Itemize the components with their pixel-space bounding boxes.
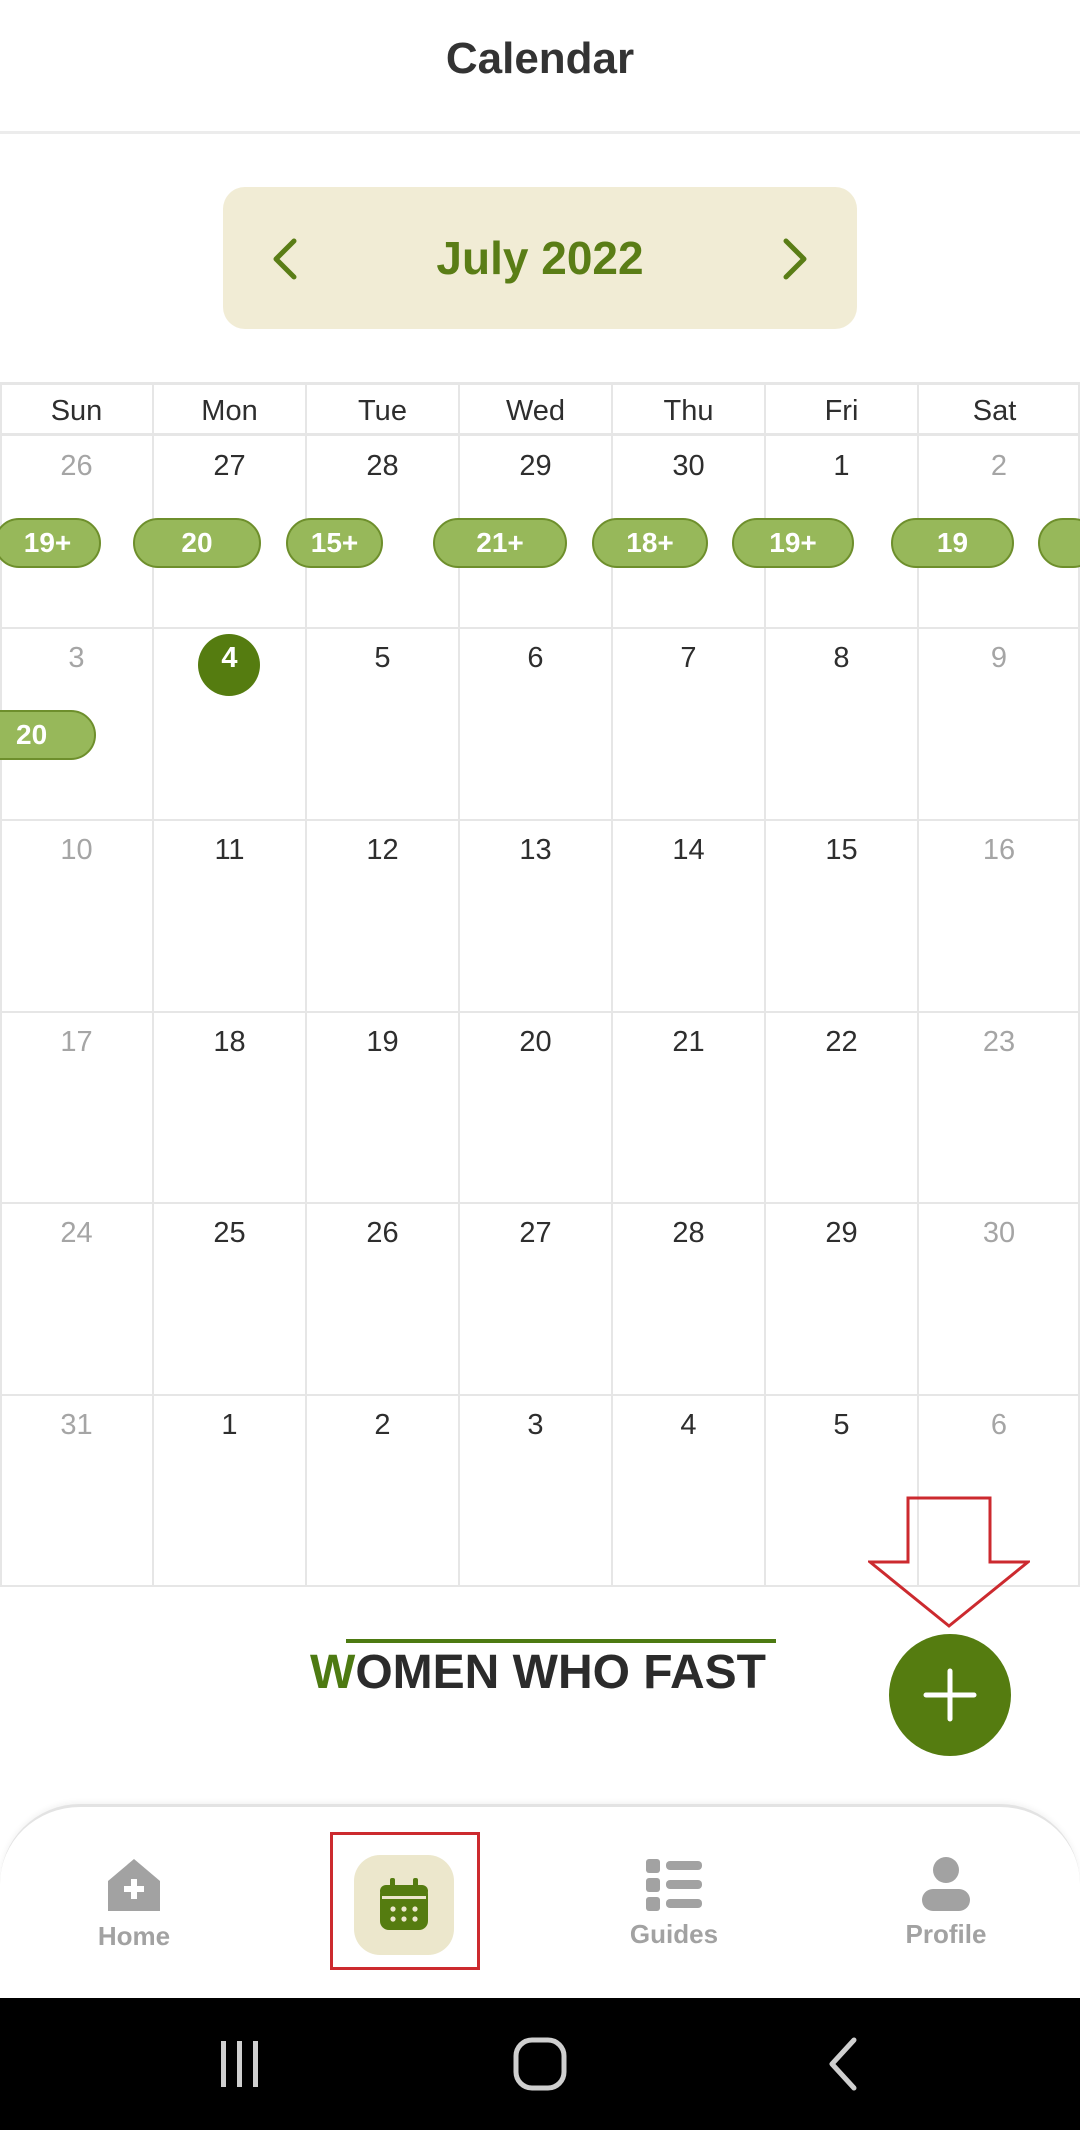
calendar-day[interactable]: 25 bbox=[153, 1208, 306, 1258]
fasting-badge[interactable]: 21+ bbox=[433, 518, 567, 568]
nav-profile-label: Profile bbox=[905, 1919, 987, 1949]
calendar-day[interactable]: 13 bbox=[459, 825, 612, 875]
calendar-day[interactable]: 14 bbox=[612, 825, 765, 875]
weekday-mon: Mon bbox=[201, 395, 258, 427]
fasting-badge[interactable]: 19 bbox=[891, 518, 1014, 568]
calendar-day[interactable]: 4 bbox=[153, 633, 306, 683]
grid-line bbox=[0, 1202, 1080, 1204]
calendar-day[interactable]: 30 bbox=[612, 441, 765, 491]
calendar-day[interactable]: 27 bbox=[153, 441, 306, 491]
calendar-day[interactable]: 26 bbox=[0, 441, 153, 491]
calendar-day[interactable]: 17 bbox=[0, 1017, 153, 1067]
calendar-day[interactable]: 5 bbox=[306, 633, 459, 683]
calendar-day[interactable]: 21 bbox=[612, 1017, 765, 1067]
calendar-day[interactable]: 6 bbox=[918, 1400, 1080, 1450]
weekday-tue: Tue bbox=[358, 395, 407, 427]
calendar-day[interactable]: 18 bbox=[153, 1017, 306, 1067]
calendar-day[interactable]: 28 bbox=[612, 1208, 765, 1258]
calendar-day[interactable]: 20 bbox=[459, 1017, 612, 1067]
logo-w: W bbox=[310, 1646, 356, 1699]
fasting-badge[interactable]: 15+ bbox=[286, 518, 383, 568]
home-circle-icon bbox=[513, 2037, 567, 2091]
grid-line bbox=[0, 627, 1080, 629]
calendar-day[interactable]: 10 bbox=[0, 825, 153, 875]
home-icon bbox=[108, 1859, 160, 1911]
weekday-fri: Fri bbox=[824, 395, 859, 427]
calendar-day[interactable]: 1 bbox=[765, 441, 918, 491]
calendar-day[interactable]: 5 bbox=[765, 1400, 918, 1450]
fasting-badge[interactable]: 19+ bbox=[732, 518, 854, 568]
calendar-day[interactable]: 27 bbox=[459, 1208, 612, 1258]
next-month-button[interactable] bbox=[765, 229, 825, 289]
weekday-sat: Sat bbox=[972, 395, 1017, 427]
calendar-day[interactable]: 16 bbox=[918, 825, 1080, 875]
back-icon bbox=[829, 2037, 857, 2091]
calendar-day[interactable]: 6 bbox=[459, 633, 612, 683]
annotation-highlight-box bbox=[330, 1832, 480, 1970]
recent-apps-icon bbox=[221, 2041, 258, 2087]
recent-apps-button[interactable] bbox=[200, 2034, 280, 2094]
calendar-day[interactable]: 23 bbox=[918, 1017, 1080, 1067]
calendar-day[interactable]: 3 bbox=[459, 1400, 612, 1450]
person-icon bbox=[922, 1857, 970, 1911]
logo-underline bbox=[346, 1639, 776, 1643]
calendar-day[interactable]: 7 bbox=[612, 633, 765, 683]
weekday-wed: Wed bbox=[505, 395, 566, 427]
chevron-right-icon bbox=[783, 238, 807, 280]
calendar-day[interactable]: 15 bbox=[765, 825, 918, 875]
calendar-grid: Sun Mon Tue Wed Thu Fri Sat 26 27 28 29 30 1 2… bbox=[0, 382, 1080, 1587]
annotation-arrow-icon bbox=[868, 1496, 1030, 1628]
calendar-day[interactable]: 19 bbox=[306, 1017, 459, 1067]
nav-profile[interactable]: Profile bbox=[886, 1807, 1006, 2001]
calendar-day[interactable]: 1 bbox=[153, 1400, 306, 1450]
calendar-day[interactable]: 26 bbox=[306, 1208, 459, 1258]
calendar-day[interactable]: 28 bbox=[306, 441, 459, 491]
calendar-day[interactable]: 2 bbox=[306, 1400, 459, 1450]
fasting-badge[interactable]: 19+ bbox=[0, 518, 101, 568]
fasting-badge[interactable]: 20 bbox=[133, 518, 261, 568]
calendar-day[interactable]: 24 bbox=[0, 1208, 153, 1258]
nav-guides-label: Guides bbox=[629, 1919, 719, 1949]
list-icon bbox=[646, 1859, 702, 1911]
month-label: July 2022 bbox=[436, 232, 644, 284]
weekday-thu: Thu bbox=[663, 395, 714, 427]
calendar-day[interactable]: 11 bbox=[153, 825, 306, 875]
calendar-day[interactable]: 4 bbox=[612, 1400, 765, 1450]
grid-line bbox=[0, 1394, 1080, 1396]
logo-text: WOMEN WHO FAST bbox=[310, 1645, 766, 1700]
grid-line bbox=[0, 819, 1080, 821]
calendar-day[interactable]: 8 bbox=[765, 633, 918, 683]
fasting-badge[interactable]: 18+ bbox=[592, 518, 708, 568]
nav-guides[interactable]: Guides bbox=[614, 1807, 734, 2001]
page-title: Calendar bbox=[445, 34, 635, 83]
month-selector: July 2022 bbox=[223, 187, 857, 329]
calendar-day[interactable]: 3 bbox=[0, 633, 153, 683]
fasting-badge[interactable]: 20 bbox=[0, 710, 96, 760]
women-who-fast-logo: WOMEN WHO FAST bbox=[310, 1635, 776, 1700]
bottom-navigation: Home Guides Profile bbox=[0, 1804, 1080, 1998]
nav-home[interactable]: Home bbox=[74, 1807, 194, 2001]
calendar-day[interactable]: 31 bbox=[0, 1400, 153, 1450]
home-system-button[interactable] bbox=[500, 2034, 580, 2094]
calendar-day[interactable]: 29 bbox=[459, 441, 612, 491]
logo-rest: OMEN WHO FAST bbox=[355, 1646, 766, 1699]
calendar-day[interactable]: 9 bbox=[918, 633, 1080, 683]
fasting-badge-overflow[interactable] bbox=[1038, 518, 1080, 568]
plus-icon bbox=[923, 1668, 977, 1722]
nav-home-label: Home bbox=[97, 1921, 171, 1951]
add-entry-button[interactable] bbox=[889, 1634, 1011, 1756]
system-navigation-bar bbox=[0, 1998, 1080, 2130]
calendar-day[interactable]: 22 bbox=[765, 1017, 918, 1067]
top-app-bar: Calendar bbox=[0, 0, 1080, 134]
calendar-day[interactable]: 30 bbox=[918, 1208, 1080, 1258]
weekday-sun: Sun bbox=[50, 395, 103, 427]
back-system-button[interactable] bbox=[804, 2034, 884, 2094]
grid-line bbox=[0, 1011, 1080, 1013]
calendar-day[interactable]: 2 bbox=[918, 441, 1080, 491]
calendar-day[interactable]: 29 bbox=[765, 1208, 918, 1258]
calendar-day[interactable]: 12 bbox=[306, 825, 459, 875]
